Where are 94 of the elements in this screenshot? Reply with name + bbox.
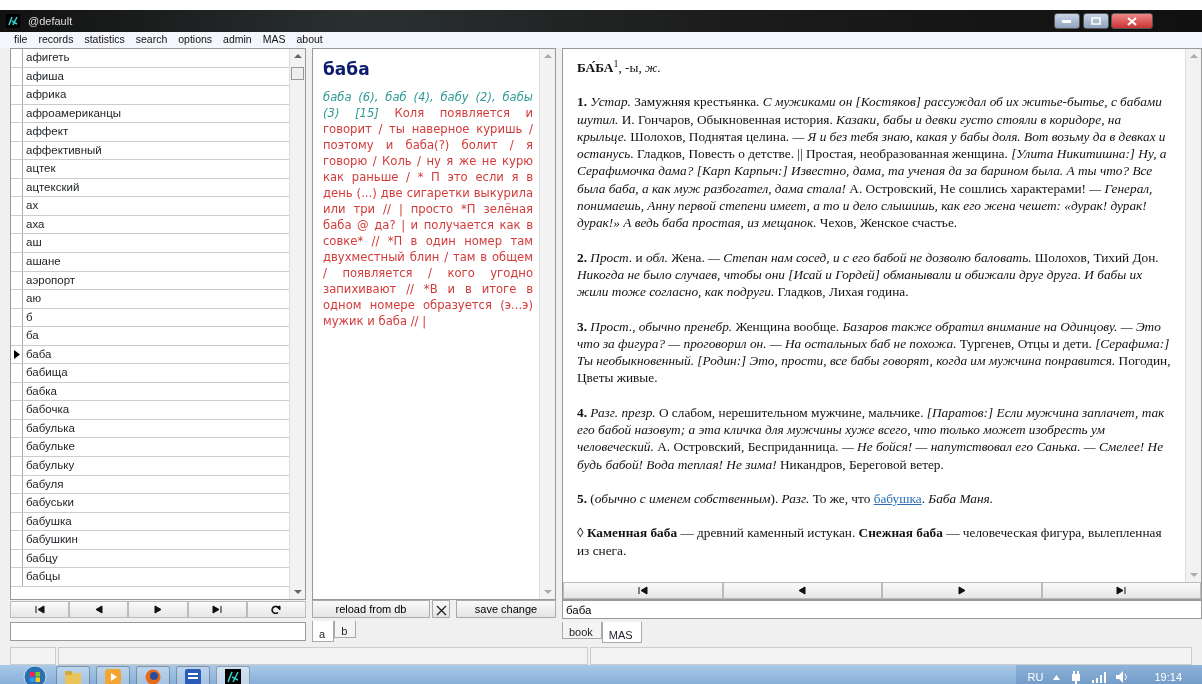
window-title: @default bbox=[28, 13, 73, 29]
list-item[interactable]: ах bbox=[23, 197, 289, 215]
app-logo-icon bbox=[6, 14, 20, 28]
minimize-icon bbox=[1062, 19, 1072, 23]
definition-paragraph: 4. Разг. презр. О слабом, нерешительном мужчине, мальчике. [Паратов:] Если мужчина заплачет, так его бабой назовут; а эта кличка для мужчины хуже всего, что только может изобресть ум человеческий. А. Островский, Бесприданница. — Не бойся! — напутствовал его Санька. — Смелее! Не будь бабой! Вода теплая! Не зима! Никандров, Береговой ветер. bbox=[577, 403, 1166, 473]
browser-icon bbox=[145, 669, 161, 684]
list-item[interactable]: аш bbox=[23, 234, 289, 252]
list-item[interactable]: бабцы bbox=[23, 568, 289, 586]
menu-item[interactable]: admin bbox=[223, 32, 252, 48]
scroll-up-icon[interactable] bbox=[293, 53, 302, 59]
start-button[interactable] bbox=[20, 665, 50, 684]
previous-icon bbox=[797, 586, 808, 595]
list-item[interactable]: аю bbox=[23, 290, 289, 308]
list-item[interactable]: б bbox=[23, 308, 289, 327]
tab[interactable]: book bbox=[562, 622, 602, 639]
taskbar-app[interactable] bbox=[216, 666, 250, 684]
definition-paragraph: 3. Прост., обычно пренебр. Женщина вообще. Базаров также обратил внимание на Одинцову. — Это что за фигура? — проговорил он. — На остальных баб не похожа. Тургенев, Отцы и дети. [Серафима:] Ты необыкновенный. [Родин:] Это, прости, все бабы говорят, когда им мужчина понравится. Погодин, Цветы живые. bbox=[577, 317, 1171, 387]
power-plug-icon[interactable] bbox=[1070, 670, 1083, 684]
list-item[interactable]: бабушкин bbox=[23, 531, 289, 549]
list-item[interactable]: аффект bbox=[23, 123, 289, 141]
close-icon bbox=[435, 604, 447, 616]
show-hidden-icon[interactable] bbox=[1053, 674, 1061, 680]
refresh-icon bbox=[271, 605, 282, 614]
list-item[interactable]: ацтек bbox=[23, 160, 289, 178]
status-panel bbox=[10, 647, 56, 665]
next-icon bbox=[153, 605, 163, 614]
definition-paragraph: 2. Прост. и обл. Жена. — Степан нам сосед, и с его бабой не дозволю баловать. Шолохов, Тихий Дон. Никогда не было случаев, чтобы они [Исай и Гордей] обманывали и обижали друг друга. И бабы их жили тоже согласно, как подруги. Гладков, Лихая година. bbox=[577, 248, 1160, 301]
document-icon bbox=[185, 669, 201, 684]
tab[interactable]: a bbox=[312, 621, 335, 642]
next-button[interactable] bbox=[128, 601, 188, 618]
scrollbar[interactable] bbox=[289, 49, 305, 599]
first-record-icon bbox=[34, 605, 45, 614]
app-logo-icon bbox=[225, 669, 241, 684]
menu-item[interactable]: search bbox=[135, 32, 168, 48]
maximize-icon bbox=[1090, 17, 1101, 25]
list-item[interactable]: аффективный bbox=[23, 141, 289, 160]
list-item[interactable]: бабочка bbox=[23, 401, 289, 419]
maximize-button[interactable] bbox=[1082, 13, 1109, 29]
folder-icon bbox=[65, 670, 81, 684]
list-item[interactable]: бабища bbox=[23, 364, 289, 382]
definition-paragraph: 5. (обычно с именем собственным). Разг. То же, что бабушка. Баба Маня. bbox=[577, 489, 995, 508]
media-player-icon bbox=[105, 669, 121, 684]
list-item[interactable]: аха bbox=[23, 215, 289, 234]
scroll-thumb[interactable] bbox=[291, 67, 304, 80]
previous-button[interactable] bbox=[69, 601, 129, 618]
list-item[interactable]: бабульку bbox=[23, 457, 289, 475]
signal-icon[interactable] bbox=[1092, 671, 1107, 683]
first-record-icon bbox=[637, 586, 648, 595]
refresh-button[interactable] bbox=[246, 601, 306, 618]
next-icon bbox=[956, 586, 967, 595]
list-item[interactable]: бабцу bbox=[23, 549, 289, 568]
scroll-down-icon[interactable] bbox=[293, 589, 302, 595]
search-field[interactable]: баба bbox=[562, 600, 1202, 619]
first-button[interactable] bbox=[10, 601, 70, 618]
taskbar-app[interactable] bbox=[176, 666, 210, 684]
headword: баба bbox=[323, 58, 371, 81]
list-item[interactable]: бабка bbox=[23, 382, 289, 401]
close-button[interactable] bbox=[1111, 13, 1154, 29]
list-item[interactable]: бабушка bbox=[23, 512, 289, 531]
close-icon bbox=[1127, 16, 1138, 26]
list-item[interactable]: афроамериканцы bbox=[23, 104, 289, 123]
transcript-text: баба (6), баб (4), бабу (2), бабы (3) [15] Коля появляется и говорит / ты наверное куришь / поэтому и баба(?) болит / я говорю / Коль / ну я же не курю как раньше / * П это если я в день (...) две сигаретки выкурила или три // | просто *П зелёная баба @ да? | и получается как в совке* // *П в один номер там двухместный блин / там в общем / появляется / кого угодно запихивают // *В и в итоге в одном номере образуется (э...э) мужик и баба // | bbox=[323, 88, 533, 329]
close-button[interactable] bbox=[432, 600, 450, 618]
last-button[interactable] bbox=[187, 601, 247, 618]
list-item[interactable]: ацтекский bbox=[23, 178, 289, 197]
list-item[interactable]: ба bbox=[23, 327, 289, 345]
last-record-icon bbox=[1116, 586, 1127, 595]
list-item[interactable]: африка bbox=[23, 86, 289, 104]
menu-item[interactable]: file bbox=[14, 32, 28, 48]
list-item[interactable]: бабуля bbox=[23, 475, 289, 494]
list-item[interactable]: ашане bbox=[23, 253, 289, 271]
entry-heading: БА́БА$^{1}$, -ы, ж. bbox=[577, 59, 662, 77]
tab[interactable]: b bbox=[334, 621, 357, 638]
definition-paragraph: 1. Устар. Замужняя крестьянка. С мужиками он [Костяков] рассуждал об их житье-бытье, с бабами шутил. И. Гончаров, Обыкновенная история. Казаки, бабы и девки густо стояли в коридоре, на крыльце. Шолохов, Поднятая целина. — Я и без тебя знаю, какая у бабы доля. Вот возьму да в девках и останусь. Гладков, Повесть о детстве. || Простая, необразованная женщина. [Улита Никитишна:] Ну, а Серафимочка дама? [Карп Карпыч:] Известно, дама, та ученая да за барином была. А ты что? Все была баба, а как муж разбогател, дама стала! А. Островский, Не сошлись характерами! — Генерал, понимаешь, Анну первой степени имеет, а то и дело слышишь, как его жена чешет: «дурак! дурак! дурак!» А ведь баба простая, из мещанок. Чехов, Женское счастье. bbox=[577, 93, 1168, 232]
menu-item[interactable]: records bbox=[38, 32, 74, 48]
menu-item[interactable]: statistics bbox=[84, 32, 125, 48]
minimize-button[interactable] bbox=[1053, 13, 1080, 29]
list-item[interactable]: аэропорт bbox=[23, 271, 289, 290]
list-item[interactable]: бабуськи bbox=[23, 494, 289, 512]
last-record-icon bbox=[212, 605, 223, 614]
list-item[interactable]: бабулька bbox=[23, 419, 289, 438]
list-item[interactable]: бабульке bbox=[23, 438, 289, 457]
menu-item[interactable]: options bbox=[178, 32, 213, 48]
input-field[interactable] bbox=[10, 622, 306, 641]
previous-icon bbox=[93, 605, 104, 614]
reload-button[interactable]: reload from db bbox=[312, 600, 430, 618]
save-button[interactable]: save change bbox=[456, 600, 556, 618]
list-item[interactable]: афиша bbox=[23, 67, 289, 86]
menu-item[interactable]: about bbox=[296, 32, 323, 48]
list-item[interactable]: афигеть bbox=[23, 49, 289, 67]
menu-item[interactable]: MAS bbox=[262, 32, 286, 48]
definition-paragraph: ◊ Каменная баба — древний каменный истукан. Снежная баба — человеческая фигура, вылепленная из снега. bbox=[577, 524, 1163, 559]
link[interactable]: бабушка bbox=[873, 490, 922, 506]
tab[interactable]: MAS bbox=[601, 622, 642, 643]
